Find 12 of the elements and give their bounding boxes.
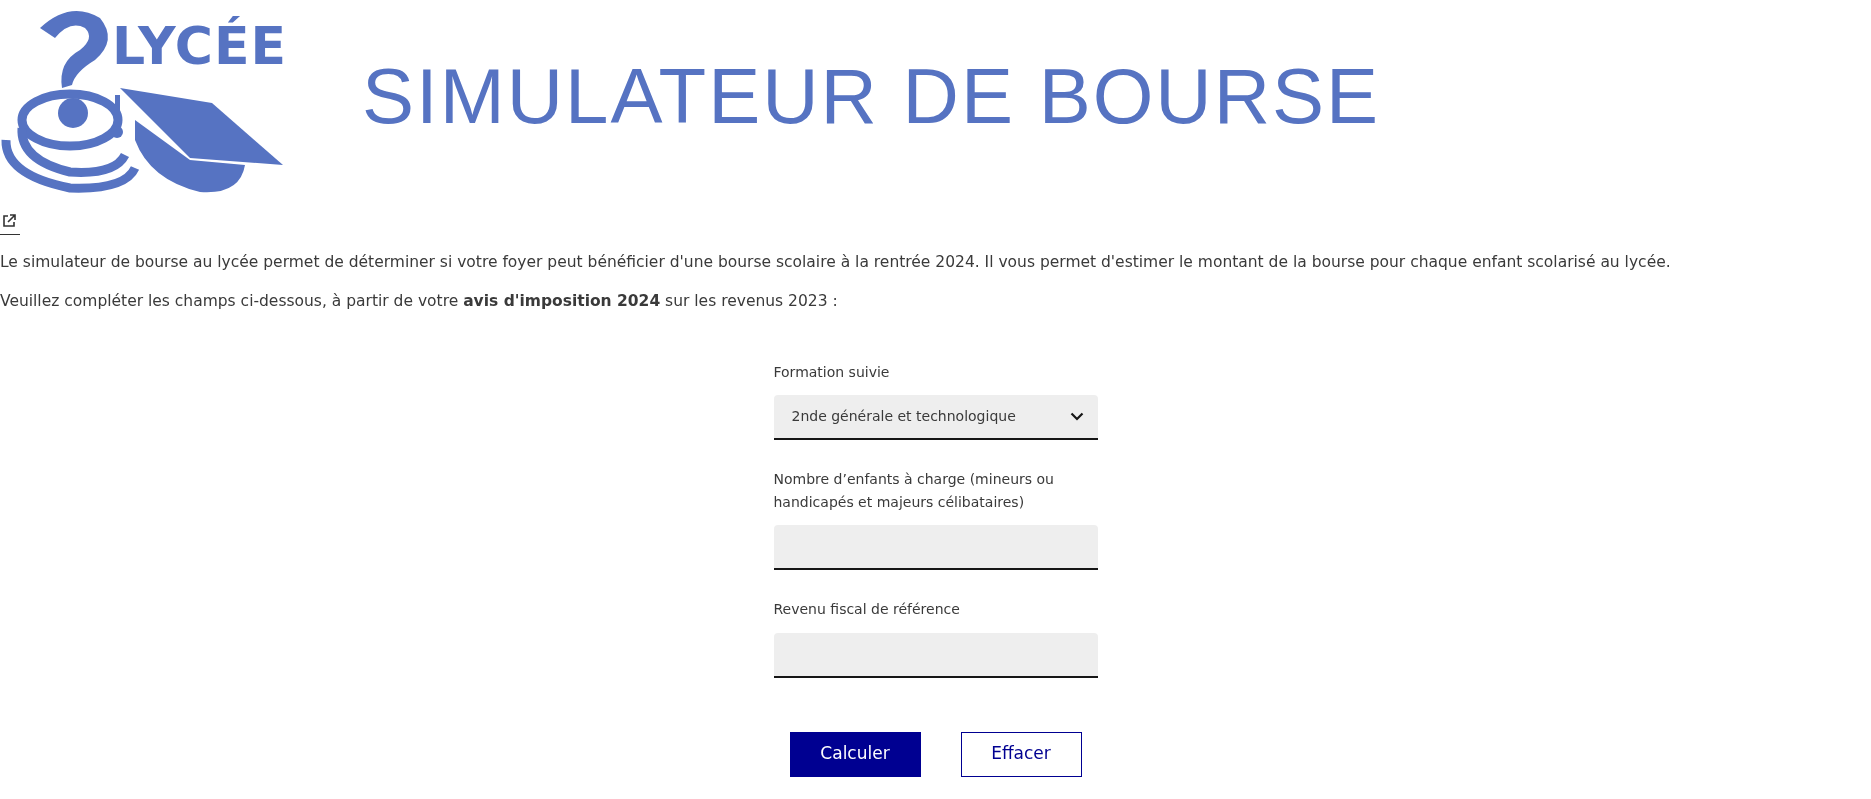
field-label: Revenu fiscal de référence xyxy=(773,600,961,620)
calculate-button[interactable]: Calculer xyxy=(789,731,921,777)
chevron-down-icon xyxy=(1069,412,1084,422)
intro-paragraph: Le simulateur de bourse au lycée permet de déterminer si votre foyer peut bénéficier d'une bourse scolaire à la rentrée 2024. Il vous permet d'estimer le montant de la bourse pour chaque enfant scolarisé au lycée. xyxy=(0,251,1672,273)
intro-paragraph: Veuillez compléter les champs ci-dessous, à partir de votre avis d'imposition 2024 sur les revenus 2023 : xyxy=(0,290,839,312)
field-label: Formation suivie xyxy=(773,363,891,382)
field-label: Nombre d’enfants à charge (mineurs ou handicapés et majeurs célibataires) xyxy=(773,470,1055,512)
input-field[interactable] xyxy=(773,525,1098,571)
clear-button[interactable]: Effacer xyxy=(960,731,1082,777)
input-field[interactable] xyxy=(773,632,1098,678)
select-field[interactable]: 2nde générale et technologique xyxy=(773,395,1098,441)
page-title: SIMULATEUR DE BOURSE xyxy=(362,51,1381,142)
